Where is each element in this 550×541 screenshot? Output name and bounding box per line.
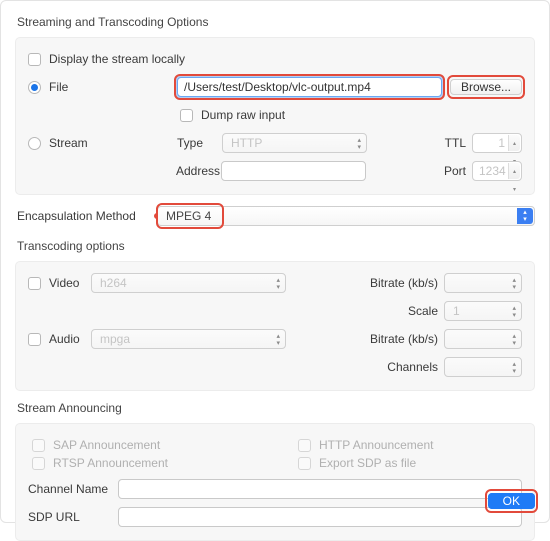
- chevrons-icon: ▴▾: [512, 333, 516, 347]
- ttl-label: TTL: [445, 136, 466, 150]
- file-label: File: [49, 80, 97, 94]
- scale-select[interactable]: 1 ▴▾: [444, 301, 522, 321]
- channel-name-input[interactable]: [118, 479, 522, 499]
- rtsp-label: RTSP Announcement: [53, 456, 168, 470]
- chevrons-icon: ▴▾: [357, 137, 361, 151]
- audio-label: Audio: [49, 332, 91, 346]
- transcoding-title: Transcoding options: [17, 239, 535, 253]
- video-checkbox[interactable]: [28, 277, 41, 290]
- ok-button[interactable]: OK: [488, 493, 535, 509]
- scale-label: Scale: [368, 304, 438, 318]
- display-locally-checkbox[interactable]: [28, 53, 41, 66]
- audio-bitrate-select[interactable]: ▴▾: [444, 329, 522, 349]
- address-label: Address: [176, 164, 221, 178]
- video-codec-select[interactable]: h264 ▴▾: [91, 273, 286, 293]
- stepper-icon[interactable]: ▴▾: [508, 163, 520, 179]
- stream-label: Stream: [49, 136, 97, 150]
- video-bitrate-select[interactable]: ▴▾: [444, 273, 522, 293]
- chevrons-icon: ▴▾: [276, 277, 280, 291]
- transcoding-group: Video h264 ▴▾ Bitrate (kb/s) ▴▾ Scale 1 …: [15, 261, 535, 391]
- sdp-url-input[interactable]: [118, 507, 522, 527]
- channels-select[interactable]: ▴▾: [444, 357, 522, 377]
- audio-checkbox[interactable]: [28, 333, 41, 346]
- stream-radio[interactable]: [28, 137, 41, 150]
- chevrons-icon: ▴▾: [517, 208, 533, 224]
- http-ann-checkbox[interactable]: [298, 439, 311, 452]
- file-path-input[interactable]: /Users/test/Desktop/vlc-output.mp4: [177, 77, 442, 97]
- chevrons-icon: ▴▾: [512, 361, 516, 375]
- sdp-url-label: SDP URL: [28, 510, 118, 524]
- output-group: Display the stream locally File /Users/t…: [15, 37, 535, 195]
- sap-checkbox[interactable]: [32, 439, 45, 452]
- rtsp-checkbox[interactable]: [32, 457, 45, 470]
- stream-type-select[interactable]: HTTP ▴▾: [222, 133, 367, 153]
- video-bitrate-label: Bitrate (kb/s): [368, 276, 438, 290]
- audio-codec-select[interactable]: mpga ▴▾: [91, 329, 286, 349]
- announcing-group: SAP Announcement RTSP Announcement HTTP …: [15, 423, 535, 541]
- export-sdp-checkbox[interactable]: [298, 457, 311, 470]
- channels-label: Channels: [368, 360, 438, 374]
- chevrons-icon: ▴▾: [276, 333, 280, 347]
- dump-raw-checkbox[interactable]: [180, 109, 193, 122]
- port-label: Port: [444, 164, 466, 178]
- ttl-stepper[interactable]: 1 ▴▾: [472, 133, 522, 153]
- channel-name-label: Channel Name: [28, 482, 118, 496]
- type-label: Type: [177, 136, 222, 150]
- browse-button[interactable]: Browse...: [450, 79, 522, 95]
- display-locally-label: Display the stream locally: [49, 52, 185, 66]
- export-sdp-label: Export SDP as file: [319, 456, 416, 470]
- encapsulation-select[interactable]: MPEG 4 ▴▾: [157, 206, 535, 226]
- file-radio[interactable]: [28, 81, 41, 94]
- address-input[interactable]: [221, 161, 366, 181]
- sap-label: SAP Announcement: [53, 438, 160, 452]
- section-title: Streaming and Transcoding Options: [17, 15, 535, 29]
- dump-raw-label: Dump raw input: [201, 108, 285, 122]
- chevrons-icon: ▴▾: [512, 305, 516, 319]
- video-label: Video: [49, 276, 91, 290]
- stepper-icon[interactable]: ▴▾: [508, 135, 520, 151]
- announcing-title: Stream Announcing: [17, 401, 535, 415]
- http-ann-label: HTTP Announcement: [319, 438, 434, 452]
- audio-bitrate-label: Bitrate (kb/s): [368, 332, 438, 346]
- port-stepper[interactable]: 1234 ▴▾: [472, 161, 522, 181]
- chevrons-icon: ▴▾: [512, 277, 516, 291]
